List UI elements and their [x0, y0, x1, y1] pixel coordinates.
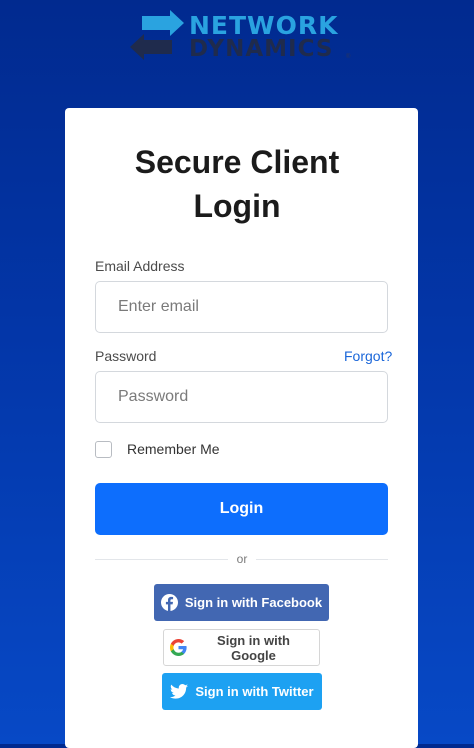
- brand-logo: NETWORK DYNAMICS ®: [128, 10, 358, 66]
- email-label: Email Address: [95, 258, 185, 274]
- password-label: Password: [95, 348, 157, 364]
- facebook-icon: [160, 594, 178, 611]
- twitter-signin-label: Sign in with Twitter: [195, 684, 314, 699]
- divider-right: [256, 559, 388, 560]
- twitter-icon: [170, 684, 189, 699]
- divider-left: [95, 559, 228, 560]
- title-line-2: Login: [193, 188, 281, 224]
- facebook-signin-label: Sign in with Facebook: [184, 595, 323, 610]
- password-field[interactable]: [95, 371, 388, 423]
- brand-name-line2: DYNAMICS: [189, 36, 334, 62]
- registered-mark: ®: [346, 54, 351, 60]
- page-title: Secure Client Login: [0, 140, 474, 228]
- google-icon: [170, 639, 187, 656]
- divider-or-text: or: [236, 552, 248, 566]
- forgot-password-link[interactable]: Forgot?: [344, 348, 392, 364]
- google-signin-label: Sign in with Google: [217, 632, 290, 663]
- brand-name-line1: NETWORK: [189, 11, 339, 40]
- twitter-signin-button[interactable]: Sign in with Twitter: [162, 673, 322, 710]
- remember-me-label[interactable]: Remember Me: [127, 441, 220, 457]
- title-line-1: Secure Client: [134, 144, 340, 180]
- facebook-signin-button[interactable]: Sign in with Facebook: [154, 584, 329, 621]
- login-button[interactable]: Login: [95, 483, 388, 535]
- email-field[interactable]: [95, 281, 388, 333]
- network-dynamics-logo-icon: [130, 10, 184, 60]
- remember-me-checkbox[interactable]: [95, 441, 112, 458]
- google-signin-button[interactable]: Sign in with Google: [163, 629, 320, 666]
